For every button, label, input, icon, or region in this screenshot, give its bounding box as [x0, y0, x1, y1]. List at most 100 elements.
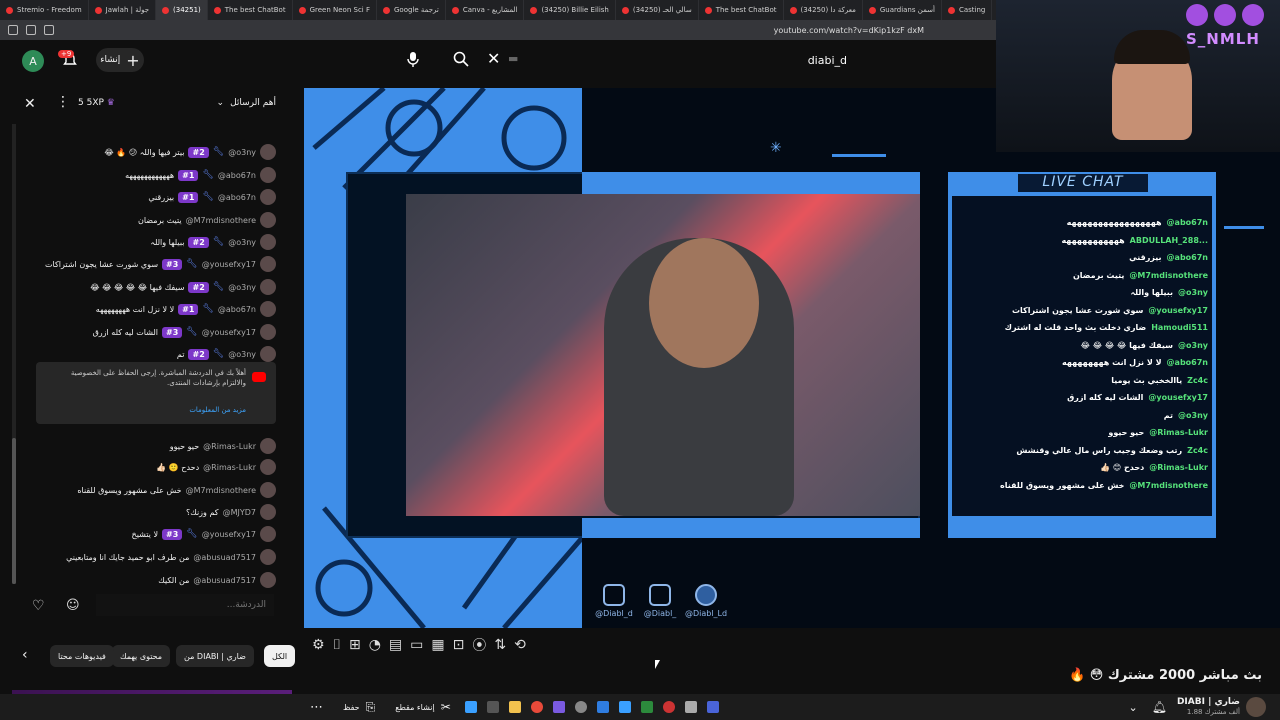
chat-message[interactable]: تم #2 🔧︎ @o3ny — [177, 346, 276, 362]
author-avatar[interactable] — [260, 279, 276, 295]
notice-learn-more-link[interactable]: مزيد من المعلومات — [189, 406, 246, 414]
chat-message[interactable]: حيو حيوو @Rimas-Lukr — [170, 438, 276, 454]
explorer-icon[interactable] — [508, 701, 521, 713]
message-author[interactable]: @Rimas-Lukr — [203, 442, 256, 451]
expand-icon[interactable]: ⌄ — [1128, 701, 1137, 714]
bell-subscribe-icon[interactable]: 🔔︎ — [1152, 700, 1167, 714]
chat-message[interactable]: خش على مشهور ويسوق للقناه @M7mdisnothere — [77, 482, 276, 498]
chat-message[interactable]: سوي شورت عشا يجون اشتراكات #3 🔧︎ @yousefxy1… — [45, 256, 276, 272]
more-actions-icon[interactable]: ⋯ — [310, 700, 323, 715]
author-avatar[interactable] — [260, 438, 276, 454]
screenshot-icon[interactable]: ⊡ — [453, 637, 465, 653]
close-chat-icon[interactable]: ✕ — [24, 96, 36, 112]
telegram-icon[interactable] — [618, 701, 631, 713]
refresh-icon[interactable] — [44, 25, 54, 35]
author-avatar[interactable] — [260, 459, 276, 475]
author-avatar[interactable] — [260, 167, 276, 183]
chat-message[interactable]: كم وزنك؟ @MJYD7 — [186, 504, 276, 520]
message-author[interactable]: @o3ny — [228, 238, 256, 247]
chat-message[interactable]: دحدح 🙂 👍🏻 @Rimas-Lukr — [156, 459, 276, 475]
chat-message[interactable]: بيتر فيها واللہ 😕 🔥 😂 #2 🔧︎ @o3ny — [104, 144, 276, 160]
message-author[interactable]: @yousefxy17 — [202, 260, 256, 269]
emoji-icon[interactable]: ☺ — [66, 598, 80, 613]
author-avatar[interactable] — [260, 572, 276, 588]
mic-icon[interactable] — [404, 50, 422, 68]
chat-scroll-thumb[interactable] — [12, 438, 16, 584]
chat-message[interactable]: ببيلها واللہ #2 🔧︎ @o3ny — [150, 234, 276, 250]
bookmark-icon[interactable]: ⎘ — [366, 700, 376, 715]
message-author[interactable]: @abo67n — [218, 193, 256, 202]
camera-icon[interactable]: ⌷ — [333, 637, 341, 653]
settings-icon[interactable]: ⚙ — [312, 637, 325, 653]
chat-message[interactable]: لا يتشيخ #3 🔧︎ @yousefxy17 — [132, 526, 276, 542]
chat-message[interactable]: ههههههههههههه #1 🔧︎ @abo67n — [125, 167, 276, 183]
browser-tab[interactable]: The best ChatBot — [208, 0, 293, 20]
back-icon[interactable] — [8, 25, 18, 35]
message-author[interactable]: @abo67n — [218, 171, 256, 180]
save-label[interactable]: حفظ — [343, 703, 360, 712]
chips-prev-icon[interactable]: ‹ — [22, 647, 28, 663]
author-avatar[interactable] — [260, 324, 276, 340]
message-author[interactable]: @o3ny — [228, 350, 256, 359]
chrome-icon[interactable] — [530, 701, 543, 713]
video-player[interactable]: LIVE CHAT هههههههههههههههههه @abo67n ههههه… — [304, 88, 1280, 628]
film-icon[interactable]: ▦ — [431, 637, 444, 653]
message-author[interactable]: @o3ny — [228, 283, 256, 292]
browser-tab[interactable]: Google ترجمة — [377, 0, 446, 20]
browser-tab[interactable]: (34250) معركة دا — [784, 0, 863, 20]
chat-message[interactable]: يتيث برمضان @M7mdisnothere — [138, 212, 276, 228]
create-button[interactable]: إنشاء + — [96, 48, 144, 72]
chat-input[interactable] — [96, 594, 274, 616]
game-icon[interactable] — [684, 701, 697, 713]
browser-tab[interactable]: (34250) Billie Eilish — [524, 0, 616, 20]
frames-icon[interactable]: ▤ — [389, 637, 402, 653]
message-author[interactable]: @yousefxy17 — [202, 530, 256, 539]
browser-tab[interactable]: Green Neon Sci F — [293, 0, 377, 20]
message-author[interactable]: @MJYD7 — [223, 508, 256, 517]
filter-chip[interactable]: الكل — [264, 645, 296, 667]
author-avatar[interactable] — [260, 526, 276, 542]
like-icon[interactable]: ♡ — [32, 598, 45, 614]
author-avatar[interactable] — [260, 144, 276, 160]
browser-tab[interactable]: Casting — [942, 0, 993, 20]
lock-icon[interactable] — [640, 701, 653, 713]
author-avatar[interactable] — [260, 482, 276, 498]
author-avatar[interactable] — [260, 234, 276, 250]
obs-icon[interactable] — [574, 701, 587, 713]
avatar[interactable]: A — [22, 50, 44, 72]
message-author[interactable]: @yousefxy17 — [202, 328, 256, 337]
url-field[interactable]: youtube.com/watch?v=dKip1kzF dxM — [774, 26, 924, 35]
clear-search-icon[interactable]: ✕ — [487, 49, 500, 68]
chat-message[interactable]: الشات ليه كله ازرق #3 🔧︎ @yousefxy17 — [93, 324, 276, 340]
search-input[interactable] — [530, 48, 855, 72]
chat-message[interactable]: بيزرقني #1 🔧︎ @abo67n — [148, 189, 276, 205]
windows-icon[interactable] — [464, 701, 477, 713]
filter-chip[interactable]: محتوى يهمك — [112, 645, 171, 667]
app-icon[interactable] — [706, 701, 719, 713]
author-avatar[interactable] — [260, 504, 276, 520]
chat-message[interactable]: سيفك فيها 😂 😂 😂 😂 😂 #2 🔧︎ @o3ny — [90, 279, 276, 295]
author-avatar[interactable] — [260, 549, 276, 565]
chat-message[interactable]: من طرف ابو حميد جايك انا ومتابعيني @abusu… — [66, 549, 276, 565]
search-icon[interactable] — [452, 50, 470, 68]
message-author[interactable]: @M7mdisnothere — [186, 216, 256, 225]
pip-icon[interactable]: ▭ — [410, 637, 423, 653]
browser-tab[interactable]: The best ChatBot — [699, 0, 784, 20]
clip-label[interactable]: إنشاء مقطع — [395, 703, 434, 712]
message-author[interactable]: @o3ny — [228, 148, 256, 157]
browser-tab[interactable]: (34251) — [156, 0, 208, 20]
message-author[interactable]: @abo67n — [218, 305, 256, 314]
record-icon[interactable] — [662, 701, 675, 713]
message-author[interactable]: @M7mdisnothere — [186, 486, 256, 495]
chat-menu-icon[interactable]: ⋮ — [56, 94, 70, 110]
message-author[interactable]: @abusuad7517 — [193, 576, 256, 585]
author-avatar[interactable] — [260, 189, 276, 205]
chat-message[interactable]: لا لا نزل انت ههههههههه #1 🔧︎ @abo67n — [96, 301, 276, 317]
sort-icon[interactable]: ⇅ — [494, 637, 506, 653]
browser-tab[interactable]: Guardians أسمن — [863, 0, 942, 20]
browser-tab[interactable]: (34250) سالي الحـ — [616, 0, 699, 20]
loop-icon[interactable]: ⟲ — [514, 637, 526, 653]
author-avatar[interactable] — [260, 256, 276, 272]
message-author[interactable]: @abusuad7517 — [193, 553, 256, 562]
search-taskbar-icon[interactable] — [486, 701, 499, 713]
